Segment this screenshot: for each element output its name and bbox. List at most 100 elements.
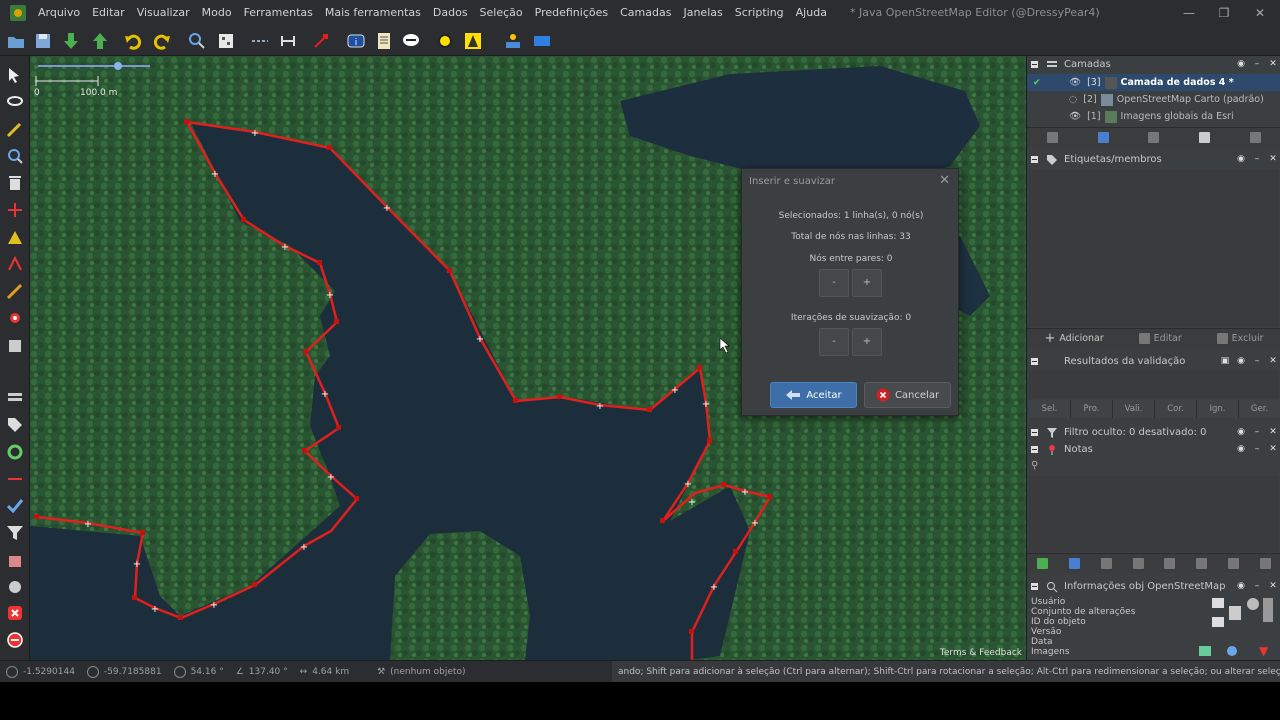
extrude-icon[interactable] bbox=[4, 253, 26, 275]
refresh-icon[interactable] bbox=[4, 441, 26, 463]
help-icon[interactable]: ◉ bbox=[1235, 355, 1247, 367]
notes-panel-header[interactable]: Notas ◉ – ✕ bbox=[1027, 441, 1280, 458]
close-panel-icon[interactable]: ✕ bbox=[1267, 580, 1279, 592]
link-chain-icon[interactable] bbox=[1263, 598, 1273, 622]
menu-ferramentas[interactable]: Ferramentas bbox=[238, 0, 319, 26]
download-notes-icon[interactable] bbox=[1037, 558, 1049, 569]
redo-icon[interactable] bbox=[151, 30, 173, 52]
delete-mode-icon[interactable] bbox=[4, 172, 26, 194]
layer-name[interactable]: OpenStreetMap Carto (padrão) bbox=[1117, 94, 1264, 105]
pencil-icon[interactable] bbox=[4, 280, 26, 302]
info-icon[interactable]: i bbox=[345, 30, 367, 52]
minimize-panel-icon[interactable]: – bbox=[1251, 58, 1263, 70]
help-icon[interactable]: ◉ bbox=[1235, 580, 1247, 592]
tag-icon[interactable] bbox=[4, 414, 26, 436]
imagery-icon[interactable] bbox=[462, 30, 484, 52]
layer-row[interactable]: 👁 [1] Imagens globais da Esri bbox=[1027, 108, 1280, 125]
close-panel-icon[interactable]: ✕ bbox=[1267, 426, 1279, 438]
split-way-icon[interactable] bbox=[249, 30, 271, 52]
copy-icon[interactable] bbox=[1212, 617, 1224, 627]
validation-manage-button[interactable]: Ger. bbox=[1239, 400, 1280, 418]
layer-row[interactable]: ◌ [2] OpenStreetMap Carto (padrão) bbox=[1027, 91, 1280, 108]
show-hide-icon[interactable] bbox=[1199, 132, 1211, 143]
validation-select-button[interactable]: Sel. bbox=[1029, 400, 1071, 418]
collapse-icon[interactable] bbox=[1031, 61, 1038, 68]
validate-icon[interactable] bbox=[4, 495, 26, 517]
layers-panel-header[interactable]: Camadas ◉ – ✕ bbox=[1027, 56, 1280, 73]
info-panel-header[interactable]: Informações obj OpenStreetMap ◉ – ✕ bbox=[1027, 578, 1280, 595]
help-icon[interactable]: ◉ bbox=[1235, 426, 1247, 438]
combine-icon[interactable] bbox=[277, 30, 299, 52]
plugin-icon[interactable] bbox=[4, 576, 26, 598]
accept-button[interactable]: Aceitar bbox=[770, 382, 857, 408]
layer-icon[interactable] bbox=[531, 30, 553, 52]
tags-panel-header[interactable]: Etiquetas/membros ◉ – ✕ bbox=[1027, 151, 1280, 168]
upload-notes-icon[interactable] bbox=[1259, 558, 1271, 569]
help-icon[interactable]: ◉ bbox=[1235, 58, 1247, 70]
menu-mais-ferramentas[interactable]: Mais ferramentas bbox=[319, 0, 427, 26]
validation-zoom-button[interactable]: Pro. bbox=[1071, 400, 1113, 418]
download-icon[interactable] bbox=[60, 30, 82, 52]
search-icon[interactable]: ⚲ bbox=[1031, 460, 1038, 471]
box-icon[interactable] bbox=[4, 549, 26, 571]
close-button[interactable]: ✕ bbox=[1243, 0, 1277, 26]
move-down-icon[interactable] bbox=[1097, 132, 1109, 143]
validation-ignore-button[interactable]: Ign. bbox=[1197, 400, 1239, 418]
link-icon[interactable] bbox=[1247, 598, 1259, 610]
arrows-icon[interactable] bbox=[4, 468, 26, 490]
iterations-plus-button[interactable]: + bbox=[852, 328, 882, 356]
parallel-icon[interactable] bbox=[4, 226, 26, 248]
layer-row-active[interactable]: ✔ 👁 [3] Camada de dados 4 * bbox=[1027, 74, 1280, 91]
cancel-button[interactable]: Cancelar bbox=[864, 382, 951, 408]
document-icon[interactable] bbox=[1229, 606, 1241, 620]
minimize-panel-icon[interactable]: – bbox=[1251, 443, 1263, 455]
info-circle-icon[interactable] bbox=[1227, 646, 1237, 656]
filter-panel-header[interactable]: Filtro oculto: 0 desativado: 0 ◉ – ✕ bbox=[1027, 424, 1280, 441]
delete-tag-button[interactable]: Excluir bbox=[1216, 333, 1264, 344]
close-panel-icon[interactable]: ✕ bbox=[1267, 58, 1279, 70]
layer-name[interactable]: Camada de dados 4 * bbox=[1121, 77, 1234, 88]
reopen-note-icon[interactable] bbox=[1164, 558, 1176, 569]
collapse-icon[interactable] bbox=[1031, 429, 1038, 436]
menu-editar[interactable]: Editar bbox=[86, 0, 131, 26]
draw-icon[interactable] bbox=[4, 118, 26, 140]
menu-camadas[interactable]: Camadas bbox=[614, 0, 677, 26]
collapse-icon[interactable] bbox=[1031, 358, 1038, 365]
move-up-icon[interactable] bbox=[1046, 132, 1058, 143]
minimize-panel-icon[interactable]: – bbox=[1251, 426, 1263, 438]
menu-visualizar[interactable]: Visualizar bbox=[131, 0, 196, 26]
minimize-button[interactable]: — bbox=[1172, 0, 1206, 26]
validation-panel-header[interactable]: Resultados da validação ▣ ◉ – ✕ bbox=[1027, 353, 1280, 370]
info-note-icon[interactable] bbox=[1227, 558, 1239, 569]
lasso-icon[interactable] bbox=[4, 92, 26, 114]
nodes-icon[interactable] bbox=[4, 307, 26, 329]
close-panel-icon[interactable]: ✕ bbox=[1267, 355, 1279, 367]
save-icon[interactable] bbox=[32, 30, 54, 52]
validation-fix-button[interactable]: Cor. bbox=[1155, 400, 1197, 418]
validation-validate-button[interactable]: Vali. bbox=[1113, 400, 1155, 418]
minimize-panel-icon[interactable]: – bbox=[1251, 153, 1263, 165]
close-panel-icon[interactable]: ✕ bbox=[1267, 153, 1279, 165]
notes-icon[interactable] bbox=[400, 30, 422, 52]
collapse-icon[interactable] bbox=[1031, 446, 1038, 453]
new-note-icon[interactable] bbox=[1069, 558, 1081, 569]
map-attribution[interactable]: Terms & Feedback bbox=[940, 648, 1022, 658]
layer-name[interactable]: Imagens globais da Esri bbox=[1121, 111, 1234, 122]
menu-ajuda[interactable]: Ajuda bbox=[790, 0, 833, 26]
building-icon[interactable] bbox=[4, 334, 26, 356]
user-icon[interactable] bbox=[502, 30, 524, 52]
dialog-close-icon[interactable]: ✕ bbox=[939, 173, 950, 188]
preferences-icon[interactable] bbox=[215, 30, 237, 52]
menu-modo[interactable]: Modo bbox=[196, 0, 238, 26]
minimize-panel-icon[interactable]: – bbox=[1251, 580, 1263, 592]
maximize-button[interactable]: ❐ bbox=[1207, 0, 1241, 26]
visible-eye-icon[interactable]: 👁 bbox=[1069, 111, 1081, 122]
comment-icon[interactable] bbox=[1100, 558, 1112, 569]
hidden-eye-icon[interactable]: ◌ bbox=[1069, 94, 1077, 105]
add-tag-button[interactable]: + Adicionar bbox=[1044, 331, 1103, 346]
close-panel-icon[interactable]: ✕ bbox=[1267, 443, 1279, 455]
zoom-mode-icon[interactable] bbox=[4, 145, 26, 167]
warning-icon[interactable] bbox=[4, 602, 26, 624]
improve-way-icon[interactable] bbox=[4, 199, 26, 221]
nodes-plus-button[interactable]: + bbox=[852, 269, 882, 297]
